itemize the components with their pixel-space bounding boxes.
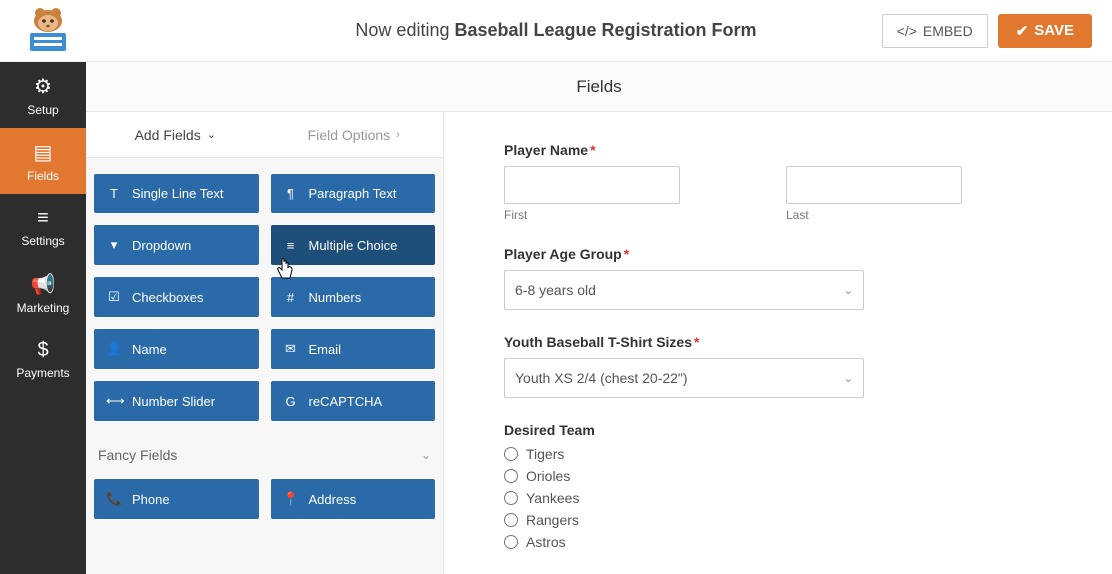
tshirt-select[interactable]: Youth XS 2/4 (chest 20-22") ⌄ — [504, 358, 864, 398]
field-phone[interactable]: 📞 Phone — [94, 479, 259, 519]
age-group-select[interactable]: 6-8 years old ⌄ — [504, 270, 864, 310]
field-label: Paragraph Text — [309, 186, 397, 201]
email-icon: ✉ — [283, 341, 299, 357]
single-line-text-icon: T — [106, 186, 122, 201]
save-button[interactable]: ✔ SAVE — [998, 14, 1092, 48]
last-name-input[interactable] — [786, 166, 962, 204]
field-name[interactable]: 👤 Name — [94, 329, 259, 369]
radio-input[interactable] — [504, 535, 518, 549]
field-address[interactable]: 📍 Address — [271, 479, 436, 519]
team-option[interactable]: Rangers — [504, 512, 1052, 528]
team-label: Tigers — [526, 446, 564, 462]
team-option[interactable]: Orioles — [504, 468, 1052, 484]
settings-icon: ≡ — [37, 207, 49, 230]
fields-panel: Add Fields ⌄ Field Options › T Single Lin… — [86, 112, 444, 574]
nav-label: Payments — [16, 366, 69, 380]
numbers-icon: # — [283, 290, 299, 305]
chevron-down-icon: ⌄ — [207, 128, 216, 141]
field-label: Name — [132, 342, 167, 357]
tab-field-options[interactable]: Field Options › — [265, 112, 444, 157]
nav-fields[interactable]: ▤ Fields — [0, 128, 86, 194]
team-label: Orioles — [526, 468, 570, 484]
nav-settings[interactable]: ≡ Settings — [0, 194, 86, 260]
field-email[interactable]: ✉ Email — [271, 329, 436, 369]
radio-input[interactable] — [504, 469, 518, 483]
field-label: Numbers — [309, 290, 362, 305]
age-group-label: Player Age Group* — [504, 246, 1052, 262]
first-sublabel: First — [504, 208, 770, 222]
nav-label: Marketing — [17, 301, 70, 315]
team-option[interactable]: Astros — [504, 534, 1052, 550]
field-label: Address — [309, 492, 357, 507]
first-name-input[interactable] — [504, 166, 680, 204]
chevron-down-icon: ⌄ — [844, 372, 853, 385]
number-slider-icon: ⟷ — [106, 393, 122, 409]
nav-payments[interactable]: $ Payments — [0, 326, 86, 392]
field-label: Checkboxes — [132, 290, 204, 305]
field-numbers[interactable]: # Numbers — [271, 277, 436, 317]
field-label: reCAPTCHA — [309, 394, 383, 409]
field-label: Single Line Text — [132, 186, 224, 201]
phone-icon: 📞 — [106, 491, 122, 507]
code-icon: </> — [897, 23, 917, 39]
team-option[interactable]: Yankees — [504, 490, 1052, 506]
section-header: Fields — [86, 62, 1112, 112]
address-icon: 📍 — [283, 491, 299, 507]
field-dropdown[interactable]: ▾ Dropdown — [94, 225, 259, 265]
fields-icon: ▤ — [34, 140, 53, 165]
field-paragraph-text[interactable]: ¶ Paragraph Text — [271, 174, 436, 213]
multiple-choice-icon: ≡ — [283, 238, 299, 253]
tab-add-fields[interactable]: Add Fields ⌄ — [86, 112, 265, 157]
marketing-icon: 📢 — [31, 272, 56, 297]
radio-input[interactable] — [504, 491, 518, 505]
radio-input[interactable] — [504, 513, 518, 527]
name-icon: 👤 — [106, 341, 122, 357]
field-label: Phone — [132, 492, 170, 507]
radio-input[interactable] — [504, 447, 518, 461]
embed-button[interactable]: </> EMBED — [882, 14, 988, 48]
chevron-down-icon: ⌄ — [844, 284, 853, 297]
nav-label: Settings — [21, 234, 64, 248]
form-preview: Player Name* First Last Player Age Group… — [444, 112, 1112, 574]
field-number-slider[interactable]: ⟷ Number Slider — [94, 381, 259, 421]
payments-icon: $ — [37, 339, 48, 362]
team-label: Astros — [526, 534, 566, 550]
team-option[interactable]: Tigers — [504, 446, 1052, 462]
field-label: Email — [309, 342, 342, 357]
nav-setup[interactable]: ⚙ Setup — [0, 62, 86, 128]
tshirt-label: Youth Baseball T-Shirt Sizes* — [504, 334, 1052, 350]
setup-icon: ⚙ — [34, 74, 52, 99]
chevron-down-icon: ⌄ — [421, 448, 431, 462]
field-single-line-text[interactable]: T Single Line Text — [94, 174, 259, 213]
nav-label: Setup — [27, 103, 58, 117]
desired-team-label: Desired Team — [504, 422, 1052, 438]
field-multiple-choice[interactable]: ≡ Multiple Choice — [271, 225, 436, 265]
fancy-fields-heading[interactable]: Fancy Fields ⌄ — [86, 429, 443, 475]
side-nav: ⚙ Setup ▤ Fields ≡ Settings 📢 Marketing $ Payment… — [0, 62, 86, 574]
player-name-label: Player Name* — [504, 142, 1052, 158]
field-label: Multiple Choice — [309, 238, 398, 253]
recaptcha-icon: G — [283, 394, 299, 409]
last-sublabel: Last — [786, 208, 1052, 222]
field-label: Number Slider — [132, 394, 215, 409]
checkboxes-icon: ☑ — [106, 289, 122, 305]
app-logo — [20, 7, 76, 55]
check-icon: ✔ — [1016, 22, 1029, 40]
field-recaptcha[interactable]: GreCAPTCHA — [271, 381, 436, 421]
field-label: Dropdown — [132, 238, 191, 253]
paragraph-text-icon: ¶ — [283, 186, 299, 201]
nav-label: Fields — [27, 169, 59, 183]
field-checkboxes[interactable]: ☑ Checkboxes — [94, 277, 259, 317]
chevron-right-icon: › — [396, 129, 400, 141]
dropdown-icon: ▾ — [106, 237, 122, 253]
team-label: Rangers — [526, 512, 579, 528]
team-label: Yankees — [526, 490, 579, 506]
nav-marketing[interactable]: 📢 Marketing — [0, 260, 86, 326]
